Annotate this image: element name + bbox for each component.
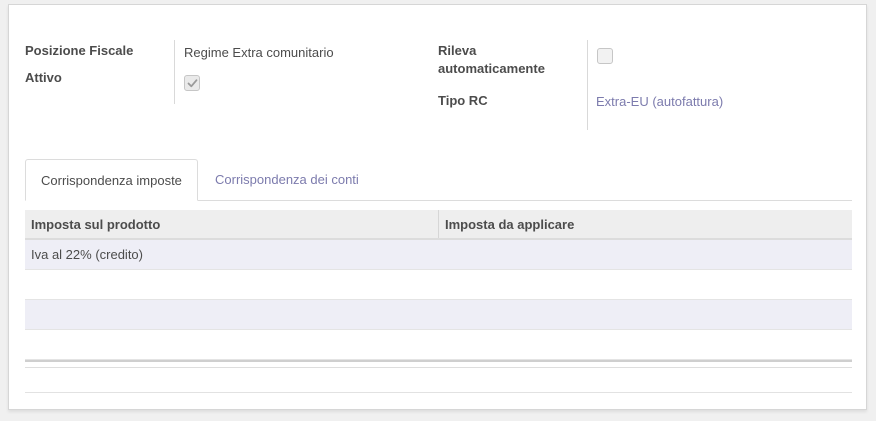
tab-account-mapping[interactable]: Corrispondenza dei conti [200, 159, 374, 201]
auto-detect-checkbox[interactable] [597, 48, 613, 64]
left-group-separator [174, 40, 175, 104]
active-checkbox[interactable] [184, 75, 200, 91]
right-group-separator [587, 40, 588, 130]
table-row[interactable]: Iva al 22% (credito) [25, 240, 852, 270]
table-row [25, 270, 852, 300]
form-sheet: Posizione Fiscale Attivo Regime Extra co… [8, 4, 867, 410]
active-label: Attivo [25, 70, 62, 85]
table-row [25, 330, 852, 360]
tab-tax-mapping[interactable]: Corrispondenza imposte [25, 159, 198, 201]
fiscal-position-value: Regime Extra comunitario [184, 45, 334, 60]
table-bottom-divider [25, 392, 852, 393]
auto-detect-label: Rileva automaticamente [438, 42, 545, 78]
rc-type-label: Tipo RC [438, 93, 488, 108]
tax-mapping-table: Imposta sul prodotto Imposta da applicar… [25, 210, 852, 368]
fiscal-position-label: Posizione Fiscale [25, 43, 134, 58]
auto-detect-label-line2: automaticamente [438, 61, 545, 76]
column-header-applied-tax[interactable]: Imposta da applicare [439, 210, 852, 238]
rc-type-link[interactable]: Extra-EU (autofattura) [596, 93, 723, 111]
table-header: Imposta sul prodotto Imposta da applicar… [25, 210, 852, 240]
table-row [25, 300, 852, 330]
table-footer [25, 360, 852, 368]
auto-detect-label-line1: Rileva [438, 43, 477, 58]
column-header-product-tax[interactable]: Imposta sul prodotto [25, 210, 439, 238]
checkmark-icon [187, 79, 198, 88]
